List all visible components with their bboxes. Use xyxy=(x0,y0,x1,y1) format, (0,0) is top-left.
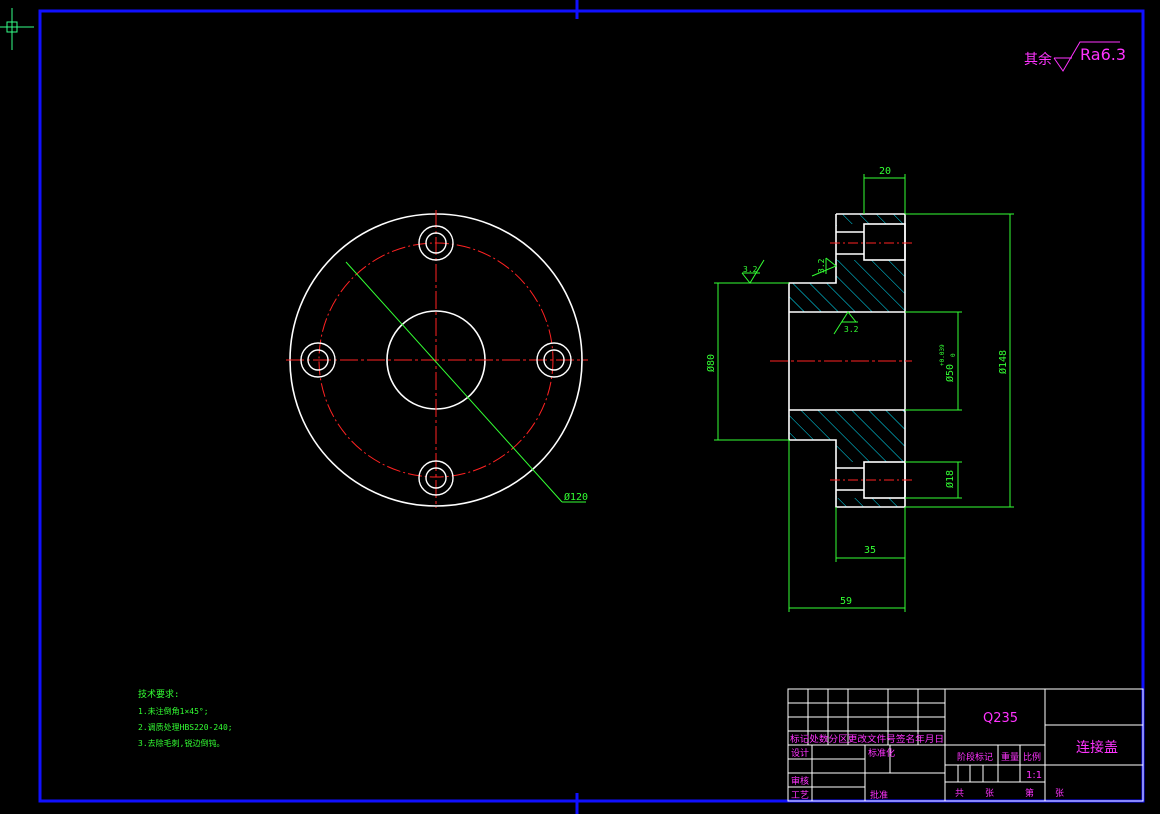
roughness-mark-a: 3.2 xyxy=(741,259,765,284)
svg-text:20: 20 xyxy=(879,166,891,177)
stage-mark-label: 阶段标记 xyxy=(957,751,993,763)
section-view: 20 3.2 3.2 3.2 Ø80 Ø50 +0.039 0 Ø148 Ø18… xyxy=(705,166,1014,612)
svg-text:3.2: 3.2 xyxy=(817,258,826,273)
part-name: 连接盖 xyxy=(1076,739,1118,756)
svg-text:3.2: 3.2 xyxy=(844,325,859,334)
svg-text:0: 0 xyxy=(950,353,957,357)
svg-text:35: 35 xyxy=(864,545,876,556)
svg-text:Ø120: Ø120 xyxy=(564,491,588,503)
svg-text:Ø148: Ø148 xyxy=(997,350,1009,374)
approve-label: 批准 xyxy=(870,789,888,801)
roughness-symbol: 其余 Ra6.3 xyxy=(1024,41,1126,72)
svg-text:+0.039: +0.039 xyxy=(939,344,946,366)
cad-drawing: 其余 Ra6.3 Ø120 20 3.2 3.2 3.2 Ø80 Ø50 +0.… xyxy=(0,0,1145,814)
svg-text:其余: 其余 xyxy=(1024,51,1052,68)
process-label: 工艺 xyxy=(791,790,809,801)
notes-line-2: 2.调质处理HBS220-240; xyxy=(138,722,233,732)
design-label: 设计 xyxy=(791,747,809,759)
dimension-d50: Ø50 +0.039 0 xyxy=(905,311,962,411)
svg-text:Ø80: Ø80 xyxy=(705,354,717,372)
technical-notes: 技术要求: 1.未注倒角1×45°; 2.调质处理HBS220-240; 3.去… xyxy=(138,688,233,748)
svg-text:59: 59 xyxy=(840,596,852,607)
notes-title: 技术要求: xyxy=(138,688,179,700)
sheet2-label: 张 xyxy=(1055,788,1064,799)
roughness-mark-b: 3.2 xyxy=(811,257,837,277)
review-label: 审核 xyxy=(791,775,809,787)
dimension-d18: Ø18 xyxy=(905,461,962,499)
material-label: Q235 xyxy=(983,711,1018,726)
dimension-d148: Ø148 xyxy=(905,213,1014,508)
notes-line-3: 3.去除毛刺,锐边倒钝。 xyxy=(138,738,224,748)
standardize-label: 标准化 xyxy=(868,747,895,759)
weight-label: 重量 xyxy=(1001,751,1019,763)
revision-header: 标记处数分区更改文件号签名年月日 xyxy=(790,733,944,745)
drawing-border xyxy=(38,9,1145,803)
cursor-crosshair xyxy=(0,8,34,50)
notes-line-1: 1.未注倒角1×45°; xyxy=(138,706,209,716)
roughness-mark-c: 3.2 xyxy=(833,311,859,335)
dimension-d120: Ø120 xyxy=(345,261,588,503)
svg-text:Ø18: Ø18 xyxy=(944,470,956,488)
dimension-w20: 20 xyxy=(863,166,906,214)
page-no-label: 第 xyxy=(1025,787,1034,799)
title-block: Q235 连接盖 标记处数分区更改文件号签名年月日 设计 标准化 阶段标记 重量… xyxy=(787,688,1144,802)
front-view: Ø120 xyxy=(286,210,588,508)
dimension-l35: 35 xyxy=(835,507,906,562)
svg-text:3.2: 3.2 xyxy=(743,265,758,274)
svg-text:Ra6.3: Ra6.3 xyxy=(1080,45,1126,64)
scale-label: 比例 xyxy=(1023,751,1041,763)
scale-value: 1:1 xyxy=(1026,770,1042,781)
total-label: 共 xyxy=(955,788,964,799)
sheet-label: 张 xyxy=(985,788,994,799)
